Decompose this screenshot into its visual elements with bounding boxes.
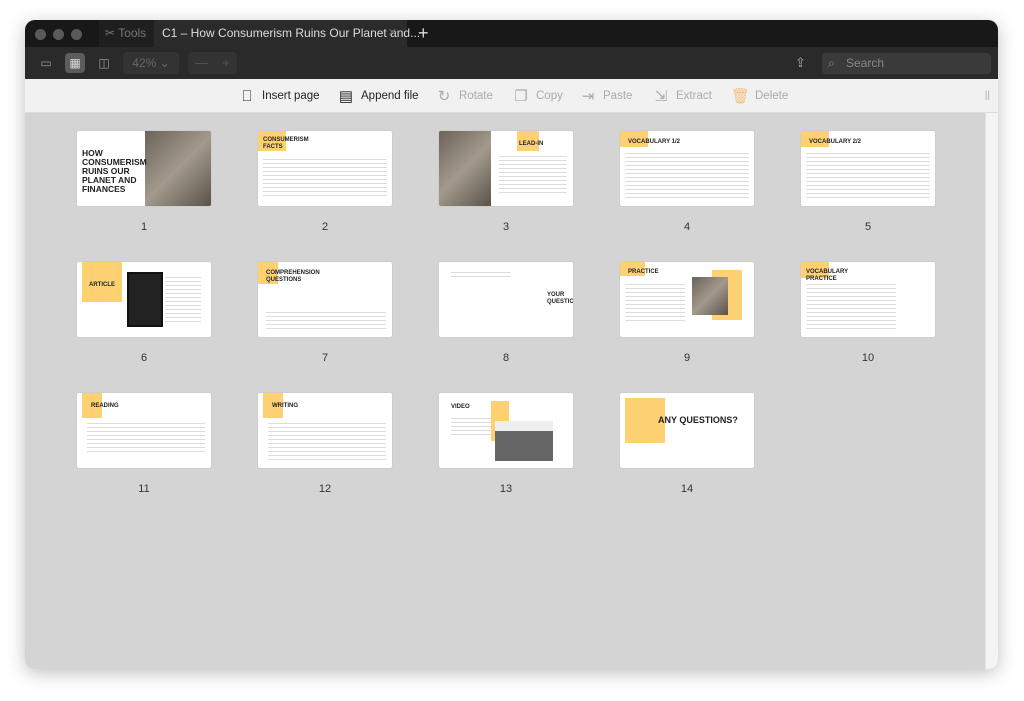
page-thumbnail[interactable]: Vocabulary 2/2: [801, 131, 935, 206]
page-number: 14: [680, 483, 694, 495]
page-number: 3: [502, 221, 510, 233]
slide-title: Vocabulary 1/2: [628, 139, 681, 145]
tab-document[interactable]: C1 – How Consumerism Ruins Our Planet an…: [154, 20, 420, 47]
window-controls[interactable]: [35, 29, 82, 40]
page-number: 5: [864, 221, 872, 233]
page-actions-bar: ⎕ Insert page ▤ Append file ↻ Rotate ❐ Copy …: [25, 79, 998, 113]
page-number: 10: [861, 352, 875, 364]
delete-button[interactable]: 🗑 Delete: [731, 79, 788, 113]
page-thumbnail[interactable]: Vocabulary 1/2: [620, 131, 754, 206]
copy-icon: ❐: [514, 88, 528, 105]
slide-text-lines: [499, 156, 567, 196]
page-thumbnail[interactable]: Your Question: [439, 262, 573, 337]
slide-title: Writing: [272, 403, 298, 409]
page-number: 2: [321, 221, 329, 233]
title-bar: ✂ Tools C1 – How Consumerism Ruins Our P…: [25, 20, 998, 47]
page-number: 9: [683, 352, 691, 364]
tablet-image: [127, 272, 163, 327]
page-number: 4: [683, 221, 691, 233]
slide-image: [145, 131, 211, 206]
page-number: 1: [140, 221, 148, 233]
search-input[interactable]: ⌕ Search: [822, 53, 991, 74]
page-thumbnail[interactable]: Video: [439, 393, 573, 468]
page-number: 7: [321, 352, 329, 364]
slide-title: Consumerism Facts: [263, 137, 309, 150]
page-thumbnail[interactable]: Article: [77, 262, 211, 337]
slide-text-lines: [625, 284, 685, 324]
extract-icon: ⇲: [654, 88, 668, 105]
slide-title: Vocabulary 2/2: [809, 139, 862, 145]
zoom-select[interactable]: 42% ⌄: [123, 52, 179, 74]
paste-button[interactable]: ⇥ Paste: [579, 79, 633, 113]
slide-text-lines: [266, 312, 386, 332]
zoom-stepper[interactable]: — +: [188, 52, 237, 74]
zoom-button[interactable]: [71, 29, 82, 40]
slide-title: Article: [89, 282, 115, 288]
slide-title: How Consumerism Ruins Our Planet and Fin…: [82, 148, 147, 194]
page-thumbnail[interactable]: Vocabulary Practice: [801, 262, 935, 337]
page-number: 12: [318, 483, 332, 495]
two-page-view-icon[interactable]: ◫: [94, 53, 114, 73]
slide-text-lines: [806, 284, 896, 332]
extract-button[interactable]: ⇲ Extract: [652, 79, 712, 113]
page-number: 6: [140, 352, 148, 364]
page-thumbnail[interactable]: Comprehension Questions: [258, 262, 392, 337]
slide-text-lines: [87, 423, 205, 453]
paste-icon: ⇥: [581, 88, 595, 105]
tab-tools[interactable]: ✂ Tools: [99, 20, 154, 47]
slide-title: Vocabulary Practice: [806, 269, 849, 282]
copy-button[interactable]: ❐ Copy: [512, 79, 563, 113]
close-button[interactable]: [35, 29, 46, 40]
page-number: 13: [499, 483, 513, 495]
slide-text-lines: [451, 418, 491, 438]
slide-text-lines: [625, 153, 749, 198]
new-tab-button[interactable]: +: [418, 20, 429, 47]
slide-title: Any Questions?: [658, 415, 738, 425]
slide-image: [439, 131, 491, 206]
laptop-video-image: [495, 421, 553, 461]
resize-grip-icon[interactable]: ||: [985, 90, 990, 101]
sidebar-toggle-icon[interactable]: ▭: [35, 53, 57, 73]
zoom-out-button[interactable]: —: [195, 52, 208, 74]
slide-title: Video: [451, 404, 470, 410]
slide-text-lines: [451, 272, 511, 280]
close-tab-icon[interactable]: ✕: [388, 20, 397, 47]
page-thumbnail[interactable]: Reading: [77, 393, 211, 468]
app-window: ✂ Tools C1 – How Consumerism Ruins Our P…: [25, 20, 998, 669]
slide-text-lines: [263, 159, 387, 199]
page-number: 8: [502, 352, 510, 364]
page-thumbnail[interactable]: Writing: [258, 393, 392, 468]
slide-text-lines: [806, 153, 930, 198]
pdf-icon: ▤: [338, 88, 354, 105]
toolbar: ▭ ▦ ◫ 42% ⌄ — + ⇪ ⌕ Search: [25, 47, 998, 79]
slide-title: Reading: [91, 403, 119, 409]
insert-page-button[interactable]: ⎕ Insert page: [238, 79, 319, 113]
rotate-button[interactable]: ↻ Rotate: [435, 79, 493, 113]
tools-icon: ✂: [105, 26, 119, 40]
page-thumbnail[interactable]: Consumerism Facts: [258, 131, 392, 206]
zoom-in-button[interactable]: +: [222, 52, 230, 74]
slide-title: Lead-in: [519, 141, 544, 147]
slide-text-lines: [268, 423, 386, 461]
page-thumbnail[interactable]: How Consumerism Ruins Our Planet and Fin…: [77, 131, 211, 206]
page-thumbnail[interactable]: Any Questions?: [620, 393, 754, 468]
slide-title: Comprehension Questions: [266, 270, 320, 283]
insert-page-icon: ⎕: [242, 87, 252, 105]
minimize-button[interactable]: [53, 29, 64, 40]
rotate-icon: ↻: [437, 88, 451, 105]
page-number: 11: [138, 483, 150, 495]
slide-title: Your Question: [547, 292, 573, 305]
scrollbar[interactable]: [985, 113, 998, 669]
trash-icon: 🗑: [731, 88, 751, 105]
slide-image: [692, 277, 728, 315]
share-icon[interactable]: ⇪: [795, 55, 806, 71]
slide-title: Practice: [628, 269, 659, 275]
search-icon: ⌕: [828, 56, 835, 70]
page-thumbnail[interactable]: Practice: [620, 262, 754, 337]
slide-text-lines: [165, 277, 201, 322]
page-thumbnail[interactable]: Lead-in: [439, 131, 573, 206]
grid-view-icon[interactable]: ▦: [65, 53, 85, 73]
page-thumbnail-grid: How Consumerism Ruins Our Planet and Fin…: [25, 113, 985, 669]
append-file-button[interactable]: ▤ Append file: [337, 79, 419, 113]
